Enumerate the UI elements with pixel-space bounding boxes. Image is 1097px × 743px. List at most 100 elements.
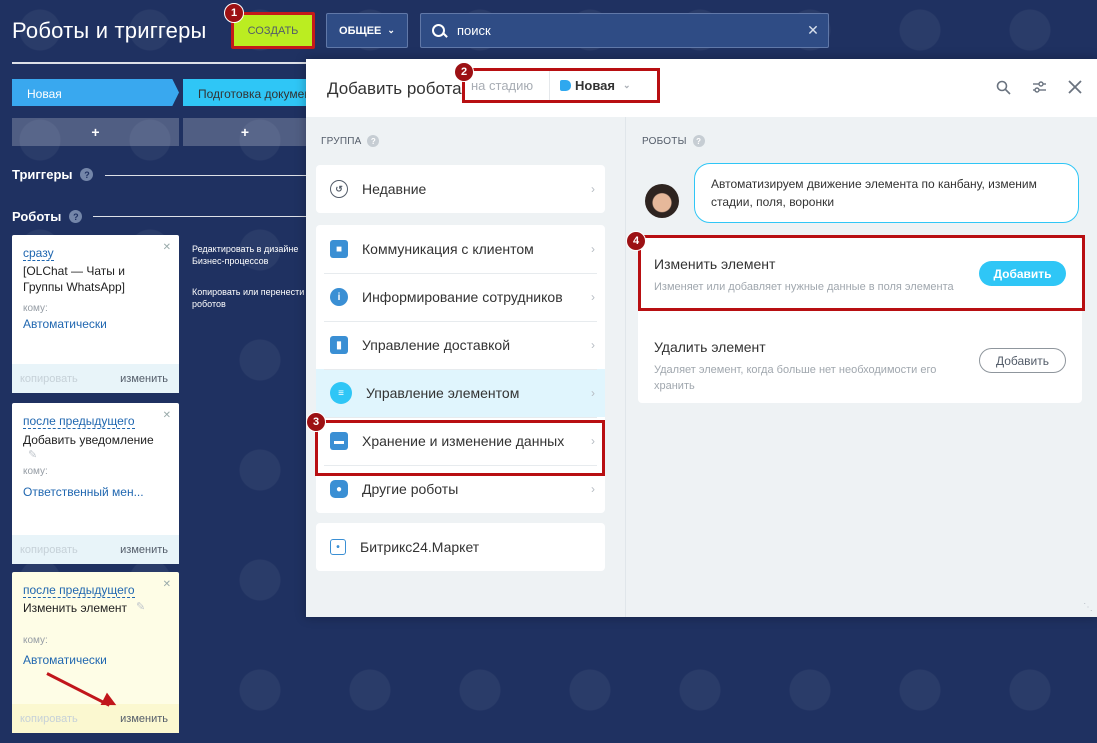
- chevron-right-icon: ›: [591, 386, 595, 400]
- group-item-label: Управление доставкой: [362, 337, 511, 353]
- general-dropdown[interactable]: ОБЩЕЕ ⌄: [326, 13, 408, 48]
- group-item-element[interactable]: ≡ Управление элементом ›: [316, 369, 605, 417]
- group-item-market[interactable]: • Битрикс24.Маркет: [316, 523, 605, 571]
- chevron-right-icon: ›: [591, 290, 595, 304]
- chevron-right-icon: ›: [591, 338, 595, 352]
- stage-selector[interactable]: на стадию Новая ⌄: [462, 68, 660, 103]
- page-title: Роботы и триггеры: [12, 18, 207, 43]
- group-item-label: Битрикс24.Маркет: [360, 539, 480, 555]
- search-field[interactable]: поиск ✕: [420, 13, 829, 48]
- slider-header-icons: [995, 79, 1083, 95]
- card-when[interactable]: сразу: [23, 246, 54, 261]
- filter-icon: ≡: [330, 382, 352, 404]
- card-whom-label: кому:: [23, 466, 48, 477]
- callout-badge-3: 3: [306, 412, 326, 432]
- help-icon[interactable]: ?: [80, 168, 94, 181]
- pencil-icon[interactable]: ✎: [28, 448, 37, 461]
- add-robot-slider: Добавить робота на стадию Новая ⌄ ГРУППА…: [306, 59, 1097, 617]
- pencil-icon[interactable]: ✎: [136, 600, 145, 613]
- robot-icon: ●: [330, 480, 348, 498]
- history-icon: ↺: [330, 180, 348, 198]
- close-icon[interactable]: ✕: [163, 242, 171, 253]
- robots-pane: РОБОТЫ ? Автоматизируем движение элемент…: [625, 117, 1097, 617]
- robot-item-delete[interactable]: Удалить элемент Удаляет элемент, когда б…: [638, 320, 1082, 403]
- callout-badge-1: 1: [224, 3, 244, 23]
- group-item-label: Другие роботы: [362, 481, 459, 497]
- divider: [93, 216, 307, 217]
- slider-header: Добавить робота на стадию Новая ⌄: [306, 59, 1097, 117]
- close-icon[interactable]: [1067, 79, 1083, 95]
- card-whom-label: кому:: [23, 635, 48, 646]
- callout-frame-4: [638, 235, 1085, 311]
- close-icon[interactable]: ✕: [163, 579, 171, 590]
- edit-link[interactable]: изменить: [120, 713, 168, 725]
- help-icon[interactable]: ?: [367, 135, 380, 147]
- add-robot-button[interactable]: Добавить: [979, 348, 1066, 373]
- close-icon[interactable]: ✕: [798, 22, 828, 39]
- group-item-label: Коммуникация с клиентом: [362, 241, 534, 257]
- edit-link[interactable]: изменить: [120, 544, 168, 556]
- robots-heading: РОБОТЫ ?: [642, 135, 705, 147]
- avatar: [645, 184, 679, 218]
- chevron-right-icon: ›: [591, 182, 595, 196]
- copy-link[interactable]: копировать: [20, 713, 78, 725]
- stage-new[interactable]: Новая: [12, 79, 179, 106]
- robots-label: Роботы: [12, 209, 62, 224]
- card-when[interactable]: после предыдущего: [23, 583, 135, 598]
- chevron-down-icon: ⌄: [622, 80, 631, 90]
- truck-icon: ▮: [330, 336, 348, 354]
- group-item-delivery[interactable]: ▮ Управление доставкой ›: [316, 321, 605, 369]
- help-icon[interactable]: ?: [692, 135, 705, 147]
- chevron-right-icon: ›: [591, 242, 595, 256]
- robot-card[interactable]: ✕ после предыдущего Добавить уведомление…: [12, 403, 179, 564]
- create-button[interactable]: СОЗДАТЬ: [231, 12, 315, 49]
- stage-docs[interactable]: Подготовка документов: [183, 79, 307, 106]
- copy-link[interactable]: копировать: [20, 373, 78, 385]
- robot-card[interactable]: ✕ после предыдущего Изменить элемент ✎ к…: [12, 572, 179, 733]
- card-whom-value: Автоматически: [23, 653, 107, 667]
- group-item-recent[interactable]: ↺ Недавние ›: [316, 165, 605, 213]
- close-icon[interactable]: ✕: [163, 410, 171, 421]
- card-when[interactable]: после предыдущего: [23, 414, 135, 429]
- stage-color-dot: [560, 80, 571, 91]
- add-trigger-button[interactable]: +: [12, 118, 179, 146]
- hint-bubble: Автоматизируем движение элемента по канб…: [694, 163, 1079, 223]
- divider: [105, 175, 307, 176]
- robots-heading: Роботы ?: [12, 209, 83, 224]
- robot-card[interactable]: ✕ сразу [OLChat — Чаты и Группы WhatsApp…: [12, 235, 179, 393]
- search-icon[interactable]: [995, 79, 1011, 95]
- copy-link[interactable]: копировать: [20, 544, 78, 556]
- group-heading-label: ГРУППА: [321, 135, 362, 147]
- bp-designer-note[interactable]: Редактировать в дизайне Бизнес-процессов: [192, 243, 312, 267]
- copy-move-note[interactable]: Копировать или перенести роботов: [192, 286, 312, 310]
- group-list-market: • Битрикс24.Маркет: [316, 523, 605, 571]
- filter-settings-icon[interactable]: [1031, 79, 1047, 95]
- edit-link[interactable]: изменить: [120, 373, 168, 385]
- general-label: ОБЩЕЕ: [339, 24, 382, 37]
- chat-icon: ■: [330, 240, 348, 258]
- card-name: Добавить уведомление: [23, 433, 154, 447]
- group-item-communication[interactable]: ■ Коммуникация с клиентом ›: [316, 225, 605, 273]
- search-input[interactable]: поиск: [457, 23, 798, 38]
- card-whom-value: Ответственный мен...: [23, 485, 144, 499]
- callout-badge-2: 2: [454, 62, 474, 82]
- help-icon[interactable]: ?: [69, 210, 83, 223]
- group-pane: ГРУППА ? ↺ Недавние › ■ Коммуникация с к…: [306, 117, 625, 617]
- robot-item-change[interactable]: Изменить элемент Изменяет или добавляет …: [638, 235, 1085, 320]
- triggers-label: Триггеры: [12, 167, 73, 182]
- resize-handle-icon[interactable]: ⋱: [1083, 602, 1093, 613]
- callout-badge-4: 4: [626, 231, 646, 251]
- group-item-inform[interactable]: i Информирование сотрудников ›: [316, 273, 605, 321]
- chevron-right-icon: ›: [591, 482, 595, 496]
- info-icon: i: [330, 288, 348, 306]
- card-footer: копировать изменить: [12, 535, 179, 564]
- group-item-label: Управление элементом: [366, 385, 520, 401]
- stage-selector-value[interactable]: Новая ⌄: [550, 78, 631, 93]
- add-trigger-button-2[interactable]: +: [183, 118, 307, 146]
- stage-name: Новая: [575, 78, 615, 93]
- slider-title: Добавить робота: [327, 79, 462, 98]
- card-whom-label: кому:: [23, 303, 48, 314]
- card-name: [OLChat — Чаты и Группы WhatsApp]: [23, 264, 126, 294]
- group-list-recent: ↺ Недавние ›: [316, 165, 605, 213]
- robot-list: Изменить элемент Изменяет или добавляет …: [638, 235, 1085, 403]
